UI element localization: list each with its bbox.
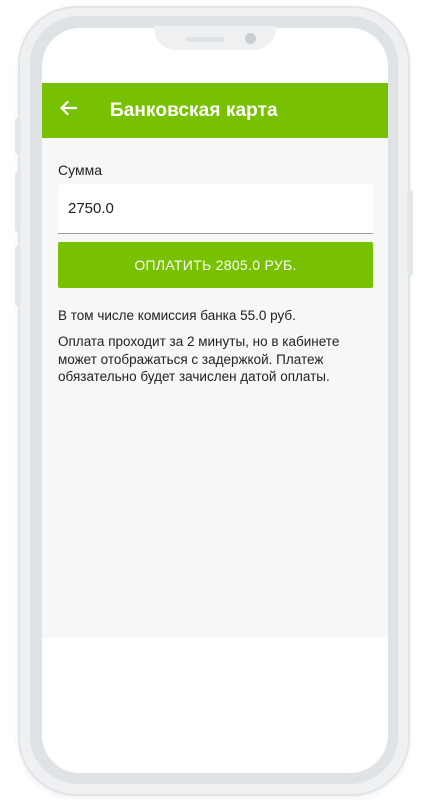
back-button[interactable] (42, 83, 94, 138)
amount-underline (58, 233, 373, 234)
phone-side-button (15, 118, 21, 154)
amount-label: Сумма (58, 162, 102, 178)
payment-notice-text: Оплата проходит за 2 минуты, но в кабине… (58, 334, 340, 384)
phone-side-button (407, 190, 413, 276)
phone-speaker (186, 37, 224, 42)
phone-side-button (15, 246, 21, 306)
arrow-left-icon (59, 100, 78, 121)
phone-camera (245, 33, 256, 44)
pay-button[interactable]: ОПЛАТИТЬ 2805.0 РУБ. (58, 242, 373, 288)
page-title: Банковская карта (110, 99, 278, 121)
commission-text: В том числе комиссия банка 55.0 руб. (58, 308, 296, 323)
amount-input[interactable] (68, 184, 358, 232)
amount-field[interactable] (58, 184, 373, 234)
payment-form: Сумма ОПЛАТИТЬ 2805.0 РУБ. В том числе к… (42, 138, 388, 638)
phone-side-button (15, 172, 21, 232)
app-bar: Банковская карта (42, 83, 388, 138)
device-mockup: Банковская карта Сумма ОПЛАТИТЬ 2805.0 Р… (0, 0, 428, 800)
